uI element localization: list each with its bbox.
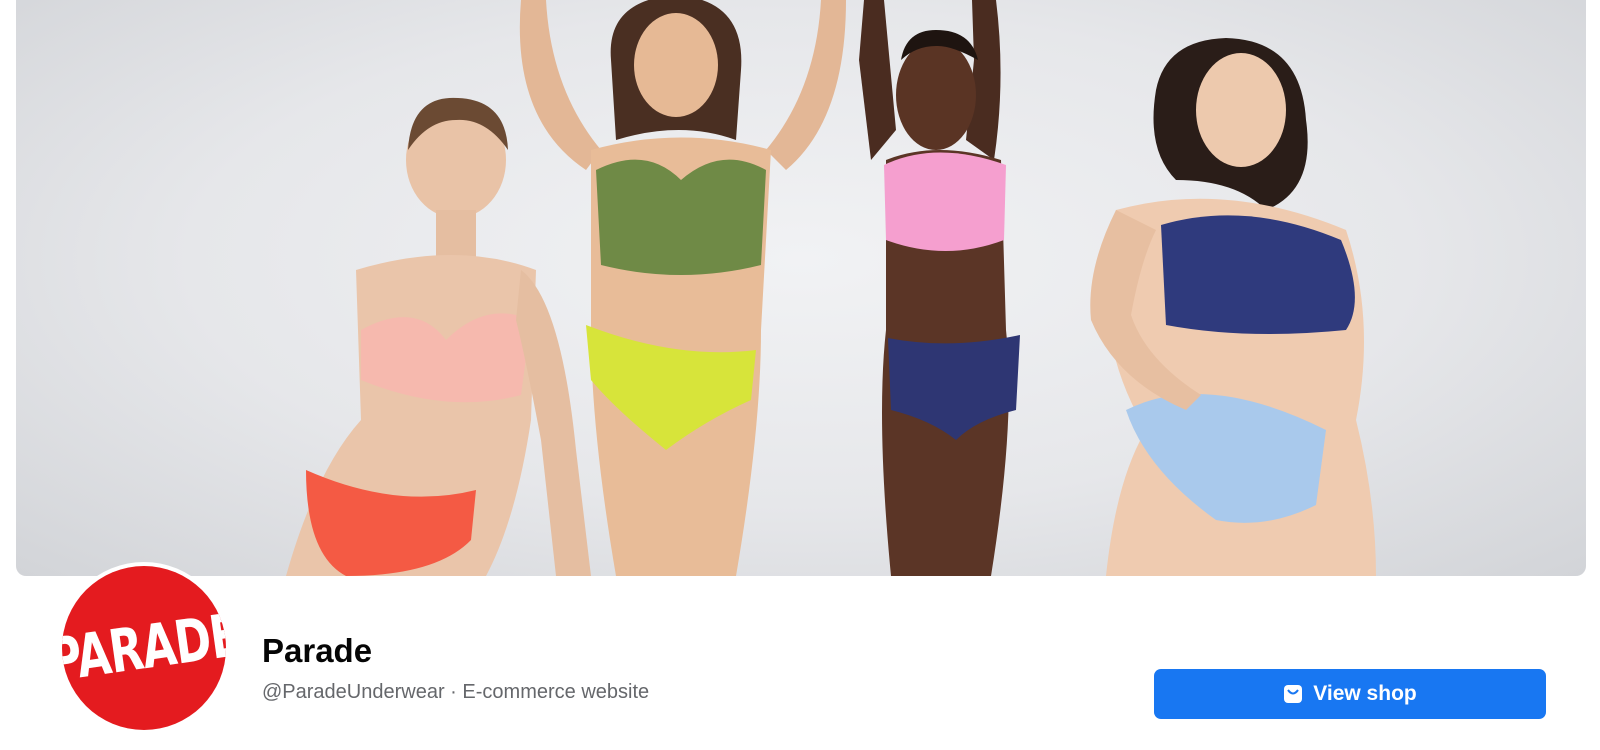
cover-illustration xyxy=(286,0,1376,576)
page-header: PARADE Parade @ParadeUnderwear · E-comme… xyxy=(0,562,1600,750)
logo-text: PARADE xyxy=(62,600,226,696)
page-title[interactable]: Parade xyxy=(262,632,372,670)
model-1 xyxy=(286,97,591,576)
page-category[interactable]: E-commerce website xyxy=(462,681,649,703)
meta-separator: · xyxy=(444,681,463,703)
model-3 xyxy=(859,0,1020,576)
model-4 xyxy=(1090,38,1376,576)
page-subtitle: @ParadeUnderwear · E-commerce website xyxy=(262,681,649,704)
parade-logo: PARADE xyxy=(62,566,226,730)
view-shop-label: View shop xyxy=(1313,682,1417,705)
view-shop-button[interactable]: View shop xyxy=(1154,669,1546,719)
shop-bag-icon xyxy=(1283,684,1303,704)
page-handle: @ParadeUnderwear xyxy=(262,681,445,703)
profile-picture[interactable]: PARADE xyxy=(58,562,230,734)
cover-photo[interactable] xyxy=(16,0,1586,576)
